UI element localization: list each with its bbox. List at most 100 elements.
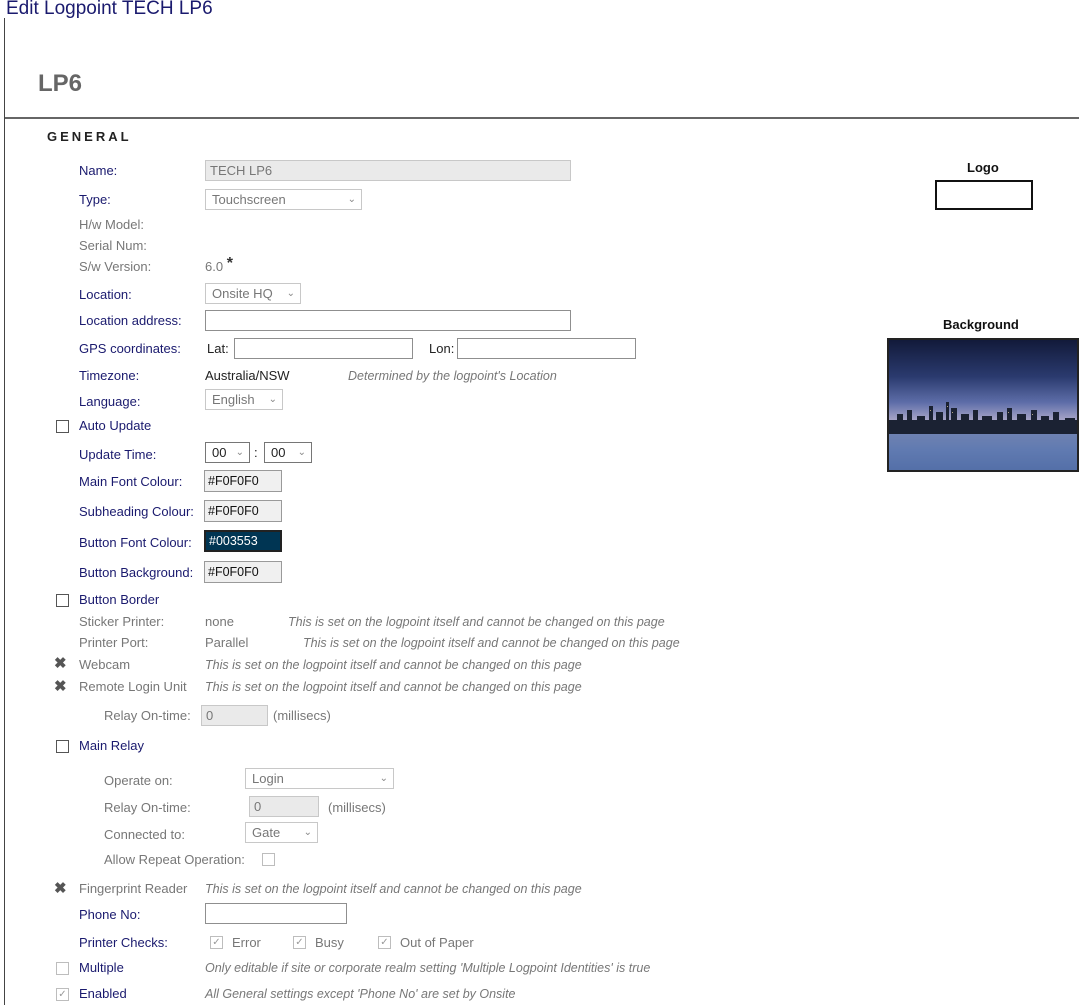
connected-to-select[interactable]: Gate ⌄ (245, 822, 318, 843)
logo-label: Logo (967, 160, 999, 175)
timezone-value: Australia/NSW (205, 368, 290, 383)
remote-login-unit-label: Remote Login Unit (79, 679, 187, 694)
section-title: GENERAL (47, 129, 132, 144)
x-icon: ✖ (54, 678, 67, 695)
button-font-colour-input[interactable]: #003553 (204, 530, 282, 552)
location-address-input[interactable] (205, 310, 571, 331)
printer-checks-label: Printer Checks: (79, 935, 168, 950)
relay-on-time-2-unit: (millisecs) (328, 800, 386, 815)
printer-port-label: Printer Port: (79, 635, 149, 650)
fingerprint-reader-label: Fingerprint Reader (79, 881, 188, 896)
update-time-label: Update Time: (79, 447, 157, 462)
update-minute-value: 00 (271, 445, 286, 460)
background-label: Background (943, 317, 1019, 332)
location-select[interactable]: Onsite HQ ⌄ (205, 283, 301, 304)
button-background-label: Button Background: (79, 565, 194, 580)
lat-label: Lat: (207, 341, 229, 356)
chevron-down-icon: ⌄ (268, 394, 277, 405)
gps-label: GPS coordinates: (79, 341, 181, 356)
chevron-down-icon: ⌄ (379, 773, 388, 784)
button-border-label: Button Border (79, 592, 160, 607)
main-font-colour-input[interactable]: #F0F0F0 (204, 470, 282, 492)
button-font-colour-label: Button Font Colour: (79, 535, 192, 550)
phone-no-label: Phone No: (79, 907, 141, 922)
location-value: Onsite HQ (212, 286, 273, 301)
update-hour-select[interactable]: 00 ⌄ (205, 442, 250, 463)
background-image[interactable] (887, 338, 1079, 472)
chevron-down-icon: ⌄ (303, 827, 312, 838)
type-value: Touchscreen (212, 192, 286, 207)
chevron-down-icon: ⌄ (297, 447, 306, 458)
main-relay-checkbox[interactable] (56, 740, 69, 753)
name-field[interactable]: TECH LP6 (205, 160, 571, 181)
enabled-label: Enabled (79, 986, 127, 1001)
type-label: Type: (79, 192, 111, 207)
timezone-label: Timezone: (79, 368, 140, 383)
multiple-note: Only editable if site or corporate realm… (205, 961, 651, 975)
enabled-checkbox[interactable]: ✓ (56, 988, 69, 1001)
button-border-checkbox[interactable] (56, 594, 69, 607)
subheading-colour-input[interactable]: #F0F0F0 (204, 500, 282, 522)
multiple-label: Multiple (79, 960, 124, 975)
error-label: Error (232, 935, 261, 950)
remote-login-unit-note: This is set on the logpoint itself and c… (205, 680, 582, 694)
sw-version-marker: * (226, 255, 233, 272)
x-icon: ✖ (54, 655, 67, 672)
operate-on-select[interactable]: Login ⌄ (245, 768, 394, 789)
enabled-note: All General settings except 'Phone No' a… (205, 987, 516, 1001)
relay-on-time-label: Relay On-time: (104, 708, 191, 723)
language-label: Language: (79, 394, 141, 409)
hw-model-label: H/w Model: (79, 217, 145, 232)
busy-label: Busy (315, 935, 344, 950)
page-heading: LP6 (38, 70, 83, 97)
relay-on-time-input[interactable]: 0 (201, 705, 268, 726)
webcam-note: This is set on the logpoint itself and c… (205, 658, 582, 672)
logo-box[interactable] (935, 180, 1033, 210)
sticker-printer-value: none (205, 614, 234, 629)
lat-input[interactable] (234, 338, 413, 359)
lon-label: Lon: (429, 341, 455, 356)
auto-update-checkbox[interactable] (56, 420, 69, 433)
printer-port-value: Parallel (205, 635, 249, 650)
out-of-paper-label: Out of Paper (400, 935, 474, 950)
timezone-note: Determined by the logpoint's Location (348, 369, 557, 383)
location-label: Location: (79, 287, 132, 302)
error-checkbox[interactable]: ✓ (210, 936, 223, 949)
language-value: English (212, 392, 255, 407)
main-font-colour-label: Main Font Colour: (79, 474, 183, 489)
update-hour-value: 00 (212, 445, 227, 460)
update-minute-select[interactable]: 00 ⌄ (264, 442, 312, 463)
serial-num-label: Serial Num: (79, 238, 147, 253)
busy-checkbox[interactable]: ✓ (293, 936, 306, 949)
phone-no-input[interactable] (205, 903, 347, 924)
sticker-printer-note: This is set on the logpoint itself and c… (288, 615, 665, 629)
out-of-paper-checkbox[interactable]: ✓ (378, 936, 391, 949)
lon-input[interactable] (457, 338, 636, 359)
chevron-down-icon: ⌄ (286, 288, 295, 299)
multiple-checkbox[interactable] (56, 962, 69, 975)
relay-on-time-unit: (millisecs) (273, 708, 331, 723)
type-select[interactable]: Touchscreen ⌄ (205, 189, 362, 210)
sw-version-value: 6.0 * (205, 256, 233, 275)
allow-repeat-label: Allow Repeat Operation: (104, 852, 245, 867)
connected-to-value: Gate (252, 825, 281, 840)
sw-version-number: 6.0 (205, 259, 224, 274)
name-label: Name: (79, 163, 118, 178)
relay-on-time-2-label: Relay On-time: (104, 800, 191, 815)
operate-on-value: Login (252, 771, 284, 786)
heading-divider (5, 117, 1079, 119)
sw-version-label: S/w Version: (79, 259, 152, 274)
connected-to-label: Connected to: (104, 827, 185, 842)
fingerprint-reader-note: This is set on the logpoint itself and c… (205, 882, 582, 896)
button-background-input[interactable]: #F0F0F0 (204, 561, 282, 583)
chevron-down-icon: ⌄ (347, 194, 356, 205)
auto-update-label: Auto Update (79, 418, 152, 433)
webcam-label: Webcam (79, 657, 131, 672)
relay-on-time-2-input[interactable]: 0 (249, 796, 319, 817)
language-select[interactable]: English ⌄ (205, 389, 283, 410)
time-separator: : (254, 445, 258, 460)
window-title: Edit Logpoint TECH LP6 (6, 0, 213, 19)
chevron-down-icon: ⌄ (235, 447, 244, 458)
main-relay-label: Main Relay (79, 738, 145, 753)
allow-repeat-checkbox[interactable] (262, 853, 275, 866)
